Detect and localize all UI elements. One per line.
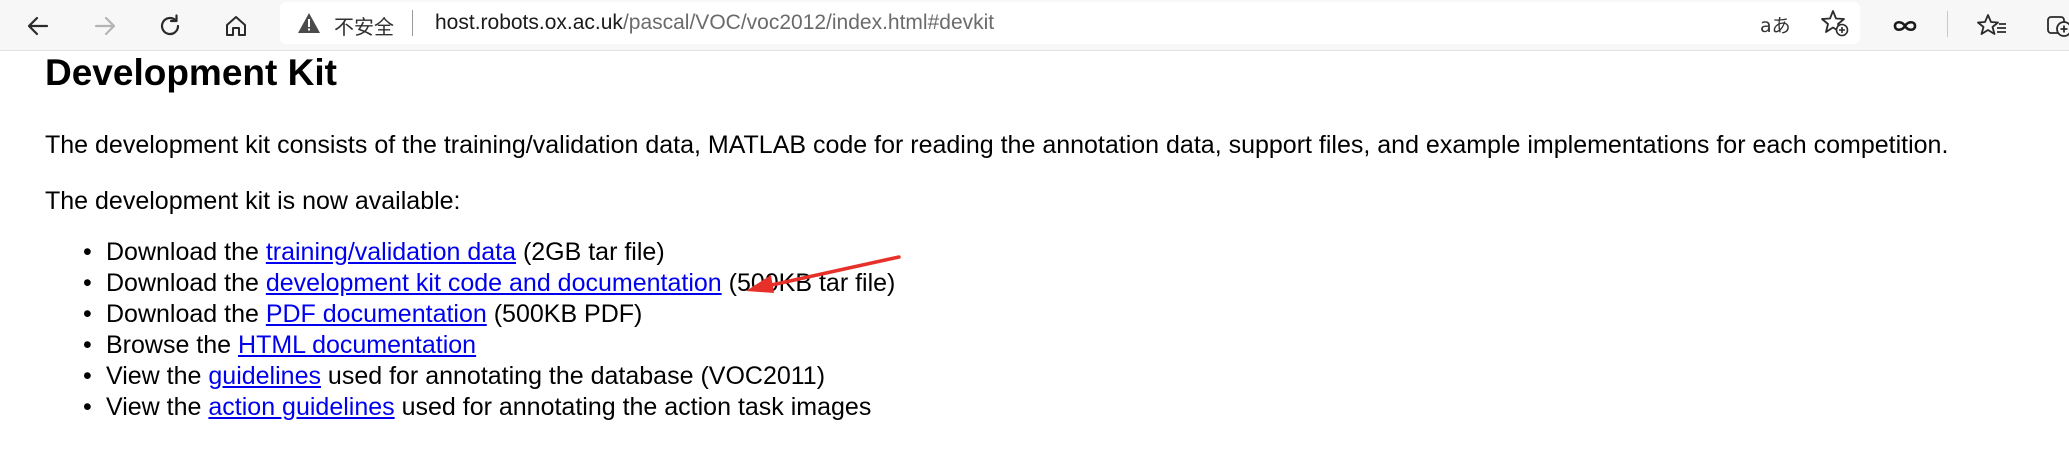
page-title: Development Kit (45, 52, 337, 93)
url-host: host.robots.ox.ac.uk (435, 11, 623, 34)
infinity-icon (1893, 20, 1917, 32)
item-prefix: Browse the (106, 331, 239, 359)
bullet: • (83, 393, 92, 421)
html-documentation-link[interactable]: HTML documentation (238, 331, 476, 359)
item-prefix: View the (106, 393, 209, 421)
add-favorite-icon[interactable] (1820, 9, 1850, 37)
list-item: • View the action guidelines used for ann… (45, 392, 895, 423)
item-suffix: used for annotating the database (VOC201… (320, 362, 826, 390)
bullet: • (83, 269, 92, 297)
action-guidelines-link[interactable]: action guidelines (208, 393, 394, 421)
item-suffix: (500KB PDF) (486, 300, 643, 328)
item-prefix: Download the (106, 300, 266, 328)
devkit-code-link[interactable]: development kit code and documentation (266, 269, 722, 297)
toolbar-divider (1947, 11, 1948, 37)
address-bar[interactable]: 不安全 host.robots.ox.ac.uk/pascal/VOC/voc2… (280, 2, 1860, 44)
pdf-documentation-link[interactable]: PDF documentation (266, 300, 487, 328)
collections-button[interactable] (2040, 6, 2069, 46)
bullet: • (83, 300, 92, 328)
annotation-arrow-icon (746, 255, 901, 293)
address-divider (412, 10, 413, 36)
list-item: • View the guidelines used for annotating… (45, 361, 895, 392)
guidelines-link[interactable]: guidelines (208, 362, 321, 390)
item-suffix: (2GB tar file) (516, 238, 665, 266)
bullet: • (83, 362, 92, 390)
security-status-label[interactable]: 不安全 (334, 11, 394, 40)
url-path: /pascal/VOC/voc2012/index.html#devkit (622, 11, 995, 34)
read-aloud-icon[interactable]: aあ (1760, 11, 1791, 38)
refresh-button[interactable] (150, 6, 190, 46)
refresh-icon (160, 14, 180, 36)
back-button[interactable] (18, 6, 58, 46)
home-button[interactable] (216, 6, 256, 46)
home-icon (226, 16, 246, 36)
forward-button[interactable] (85, 6, 125, 46)
training-validation-data-link[interactable]: training/validation data (266, 238, 516, 266)
url-text[interactable]: host.robots.ox.ac.uk/pascal/VOC/voc2012/… (435, 11, 994, 35)
browser-toolbar: 不安全 host.robots.ox.ac.uk/pascal/VOC/voc2… (0, 0, 2069, 51)
list-item: • Browse the HTML documentation (45, 330, 895, 361)
forward-icon (94, 16, 116, 36)
collections-icon (2046, 16, 2069, 37)
item-prefix: View the (106, 362, 209, 390)
availability-paragraph: The development kit is now available: (45, 187, 461, 215)
favorites-icon (1977, 14, 2006, 35)
favorites-button[interactable] (1972, 6, 2012, 46)
back-icon (27, 16, 49, 36)
intro-paragraph: The development kit consists of the trai… (45, 131, 1949, 159)
infinity-button[interactable] (1885, 6, 1925, 46)
bullet: • (83, 238, 92, 266)
warning-icon[interactable] (297, 12, 321, 34)
list-item: • Download the PDF documentation (500KB P… (45, 299, 895, 330)
item-prefix: Download the (106, 238, 266, 266)
item-prefix: Download the (106, 269, 266, 297)
item-suffix: used for annotating the action task imag… (394, 393, 872, 421)
bullet: • (83, 331, 92, 359)
